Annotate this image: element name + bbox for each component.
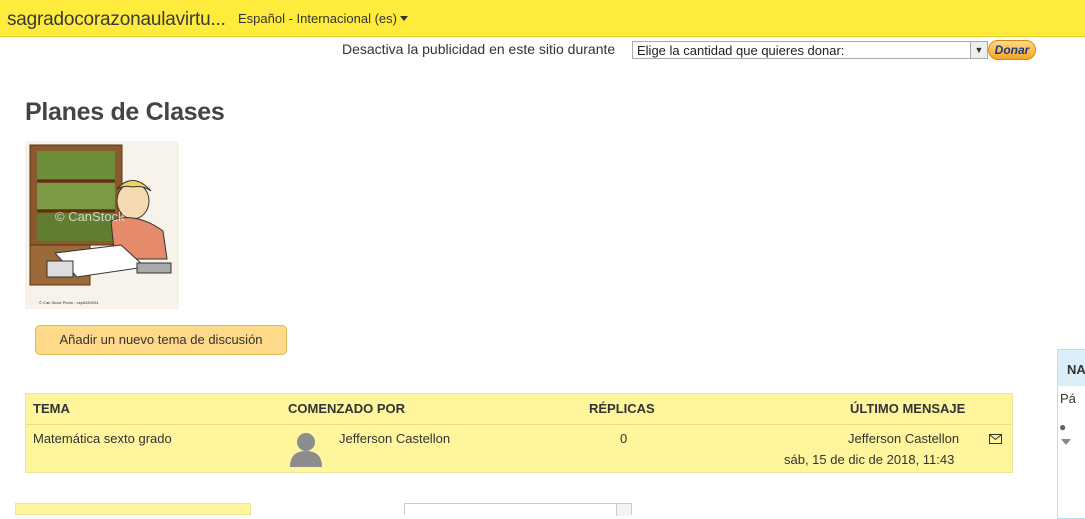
envelope-icon[interactable] (989, 434, 1002, 444)
discussion-table: TEMA COMENZADO POR RÉPLICAS ÚLTIMO MENSA… (25, 393, 1013, 473)
image-caption: © Can Stock Photo - csp6330204 (39, 300, 99, 305)
donation-select-value: Elige la cantidad que quieres donar: (637, 43, 845, 58)
discussion-topic-link[interactable]: Matemática sexto grado (33, 431, 172, 446)
scrollbar[interactable] (616, 504, 631, 516)
language-label: Español - Internacional (es) (238, 11, 397, 26)
column-header-ultimo-mensaje[interactable]: ÚLTIMO MENSAJE (850, 401, 965, 416)
donar-button[interactable]: Donar (988, 40, 1036, 60)
page-title: Planes de Clases (25, 98, 225, 126)
column-header-tema[interactable]: TEMA (33, 401, 70, 416)
table-header: TEMA COMENZADO POR RÉPLICAS ÚLTIMO MENSA… (26, 394, 1012, 425)
bottom-select-box[interactable] (404, 503, 632, 516)
column-header-replicas[interactable]: RÉPLICAS (589, 401, 655, 416)
site-name-link[interactable]: sagradocorazonaulavirtu... (7, 9, 226, 31)
watermark-text: © CanStock (55, 209, 125, 224)
caret-down-icon (399, 16, 408, 21)
last-post-date-link[interactable]: sáb, 15 de dic de 2018, 11:43 (784, 452, 954, 467)
navigation-block-header: NA (1058, 350, 1085, 386)
replies-count[interactable]: 0 (620, 431, 627, 446)
donation-select[interactable]: Elige la cantidad que quieres donar: ▼ (632, 41, 988, 59)
column-header-comenzado-por[interactable]: COMENZADO POR (288, 401, 405, 416)
navigation-block-title: NA (1067, 362, 1085, 377)
donation-text: Desactiva la publicidad en este sitio du… (342, 41, 616, 57)
dashboard-icon[interactable]: ● (1059, 420, 1066, 434)
expand-triangle-icon[interactable] (1061, 439, 1071, 445)
started-by-link[interactable]: Jefferson Castellon (339, 431, 450, 446)
last-post-author-link[interactable]: Jefferson Castellon (848, 431, 959, 446)
bottom-yellow-box (15, 503, 251, 515)
language-menu[interactable]: Español - Internacional (es) (238, 11, 408, 26)
top-navbar: sagradocorazonaulavirtu... Español - Int… (0, 0, 1085, 37)
forum-illustration-image: © CanStock © Can Stock Photo - csp633020… (25, 141, 179, 309)
user-avatar-icon[interactable] (288, 431, 324, 467)
chevron-down-icon: ▼ (970, 42, 987, 58)
navigation-block: NA Pá ● (1057, 349, 1085, 519)
navigation-home-link[interactable]: Pá (1060, 391, 1076, 406)
add-discussion-button[interactable]: Añadir un nuevo tema de discusión (35, 325, 287, 355)
